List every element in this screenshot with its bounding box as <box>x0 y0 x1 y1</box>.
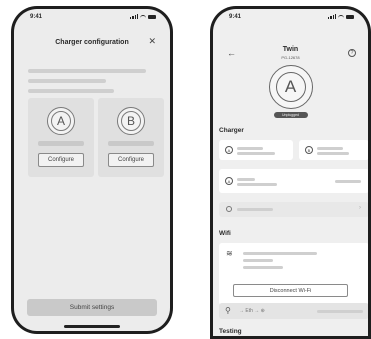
status-bar: 9:41 <box>14 9 170 25</box>
status-bar: 9:41 <box>213 9 368 25</box>
charger-card-a: A Configure <box>28 98 94 177</box>
battery-icon <box>148 14 156 19</box>
settings-row[interactable]: › <box>219 202 368 217</box>
ethernet-label: Eth <box>245 308 253 314</box>
close-icon[interactable]: ✕ <box>148 36 156 47</box>
device-detail-screen: 9:41 ← Twin PG-12678 ? A Unplugged Charg… <box>213 9 368 336</box>
home-indicator <box>64 325 120 328</box>
placeholder-text <box>28 79 106 83</box>
placeholder-text <box>28 89 114 93</box>
charger-card-b: B Configure <box>98 98 164 177</box>
phone-left: 9:41 Charger configuration ✕ A Configure… <box>11 6 173 334</box>
gear-icon <box>226 206 232 212</box>
section-testing-title: Testing <box>219 328 242 335</box>
charger-icon: A <box>225 177 233 185</box>
help-icon[interactable]: ? <box>348 49 356 57</box>
charger-tile-a[interactable]: A <box>219 140 293 160</box>
device-id: PG-12678 <box>281 55 300 60</box>
status-badge: Unplugged <box>273 112 308 118</box>
charger-b-icon: B <box>117 107 145 135</box>
charger-tile-b[interactable]: B <box>299 140 368 160</box>
status-time: 9:41 <box>30 14 43 20</box>
placeholder-text <box>28 69 146 73</box>
location-pin-icon: ⚲ <box>225 306 231 315</box>
section-charger-title: Charger <box>219 127 244 134</box>
charger-a-icon: A <box>47 107 75 135</box>
charger-a-small-icon: A <box>225 146 233 154</box>
submit-settings-button[interactable]: Submit settings <box>27 299 157 316</box>
wifi-status-icon <box>140 14 146 19</box>
modal-title: Charger configuration <box>55 39 129 46</box>
disconnect-wifi-button[interactable]: Disconnect Wi-Fi <box>233 284 348 297</box>
wifi-status-icon <box>338 14 344 19</box>
configure-a-button[interactable]: Configure <box>38 153 84 167</box>
charger-config-screen: 9:41 Charger configuration ✕ A Configure… <box>14 9 170 331</box>
section-wifi-title: Wifi <box>219 230 231 237</box>
charger-avatar: A <box>268 65 313 109</box>
status-time: 9:41 <box>229 14 242 20</box>
battery-icon <box>346 14 354 19</box>
connection-flow-row: ⚲ → Eth → ⊕ <box>219 303 368 319</box>
chevron-right-icon: › <box>359 205 361 211</box>
signal-icon <box>328 14 336 19</box>
phone-right: 9:41 ← Twin PG-12678 ? A Unplugged Charg… <box>210 6 371 339</box>
placeholder-text <box>108 141 154 146</box>
configure-b-button[interactable]: Configure <box>108 153 154 167</box>
wifi-icon: ≋ <box>226 249 233 258</box>
device-name: Twin <box>282 46 299 53</box>
charger-b-small-icon: B <box>305 146 313 154</box>
placeholder-text <box>38 141 84 146</box>
signal-icon <box>130 14 138 19</box>
charger-summary-tile[interactable]: A <box>219 169 368 193</box>
